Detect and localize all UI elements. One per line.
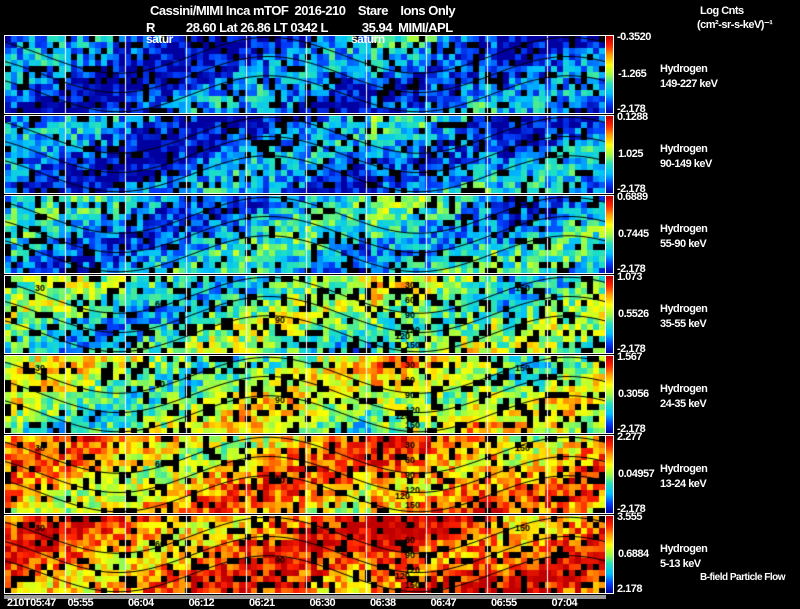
panel-energy: 149-227 keV <box>660 78 718 90</box>
colorbar <box>605 115 614 194</box>
overlay-label: satur <box>146 32 173 46</box>
colorbar-title: Log Cnts <box>700 5 744 17</box>
panel-species: Hydrogen <box>660 223 708 235</box>
panel-species: Hydrogen <box>660 143 708 155</box>
panel-energy: 55-90 keV <box>660 238 707 250</box>
heatmap-cells <box>5 116 605 193</box>
heatmap-panel-90-149-keV <box>4 115 606 194</box>
heatmap-panel-5-13-keV <box>4 515 606 594</box>
colorbar-mid: 0.5526 <box>618 308 649 320</box>
colorbar-max: 2.277 <box>617 431 643 443</box>
heatmap-panel-55-90-keV <box>4 195 606 274</box>
x-tick-label: 07:04 <box>551 597 578 609</box>
panel-species: Hydrogen <box>660 543 708 555</box>
panel-species: Hydrogen <box>660 383 708 395</box>
colorbar <box>605 35 614 114</box>
overlay-label: saturn <box>351 32 385 46</box>
x-tick-label: 06:12 <box>188 597 215 609</box>
x-tick-label: 06:47 <box>430 597 457 609</box>
x-tick-label: 210T05:47 <box>7 597 56 609</box>
colorbar-max: 3.555 <box>617 511 643 523</box>
colorbar <box>605 275 614 354</box>
colorbar-max: 1.567 <box>617 351 643 363</box>
heatmap-cells <box>5 276 605 353</box>
colorbar-max: 0.6889 <box>617 191 648 203</box>
x-tick-label: 05:55 <box>67 597 94 609</box>
colorbar-mid: -1.265 <box>618 68 647 80</box>
colorbar-max: 1.073 <box>617 271 643 283</box>
title-line-2: R 28.60 Lat 26.86 LT 0342 L 35.94 MIMI/A… <box>146 20 453 35</box>
panel-species: Hydrogen <box>660 303 708 315</box>
colorbar <box>605 195 614 274</box>
panel-energy: 13-24 keV <box>660 478 707 490</box>
x-tick-label: 06:04 <box>128 597 154 609</box>
panel-energy: 5-13 keV <box>660 558 701 570</box>
heatmap-panel-13-24-keV <box>4 435 606 514</box>
footer-note: B-field Particle Flow <box>700 572 786 583</box>
colorbar <box>605 515 614 594</box>
heatmap-panel-149-227-keV <box>4 35 606 114</box>
x-tick-label: 06:21 <box>249 597 275 609</box>
colorbar-mid: 0.3056 <box>618 388 649 400</box>
x-tick-label: 06:38 <box>370 597 396 609</box>
heatmap-cells <box>5 356 605 433</box>
colorbar-mid: 0.7445 <box>618 228 649 240</box>
colorbar-min: 2.178 <box>617 583 643 595</box>
x-tick-label: 06:55 <box>491 597 517 609</box>
colorbar-mid: 1.025 <box>618 148 644 160</box>
panel-energy: 90-149 keV <box>660 158 712 170</box>
panel-energy: 35-55 keV <box>660 318 707 330</box>
heatmap-panel-24-35-keV <box>4 355 606 434</box>
colorbar <box>605 355 614 434</box>
x-tick-label: 06:30 <box>309 597 336 609</box>
colorbar-mid: 0.04957 <box>618 468 655 480</box>
title-line-1: Cassini/MIMI Inca mTOF 2016-210 Stare Io… <box>150 3 456 18</box>
panel-energy: 24-35 keV <box>660 398 707 410</box>
heatmap-cells <box>5 516 605 593</box>
colorbar <box>605 435 614 514</box>
colorbar-units: (cm²-sr-s-keV)⁻¹ <box>697 19 773 31</box>
heatmap-cells <box>5 36 605 113</box>
colorbar-max: 0.1288 <box>617 111 648 123</box>
colorbar-max: -0.3520 <box>617 31 651 43</box>
heatmap-cells <box>5 196 605 273</box>
heatmap-panel-35-55-keV <box>4 275 606 354</box>
panel-species: Hydrogen <box>660 63 708 75</box>
heatmap-cells <box>5 436 605 513</box>
colorbar-mid: 0.6884 <box>618 548 649 560</box>
panel-species: Hydrogen <box>660 463 708 475</box>
